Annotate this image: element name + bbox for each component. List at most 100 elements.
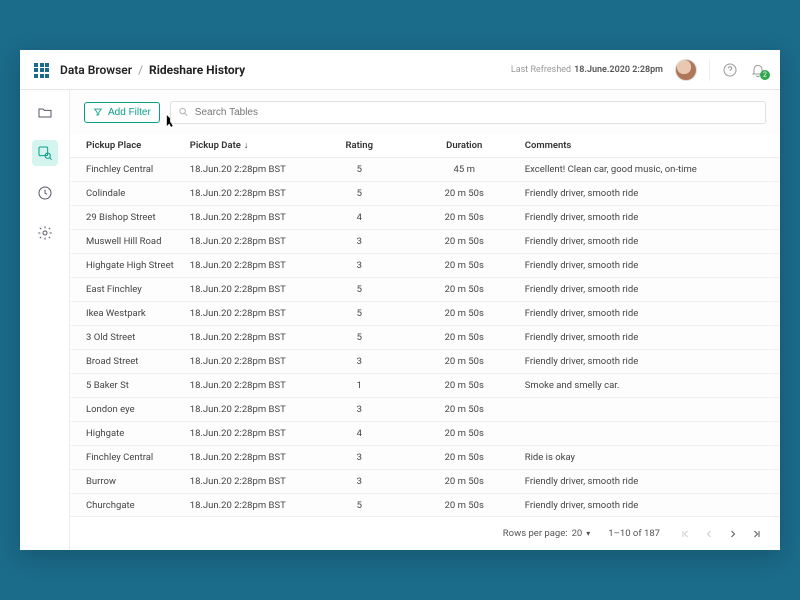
cell-rating: 3: [307, 398, 412, 422]
search-wrap: [170, 100, 766, 124]
cell-rating: 1: [307, 374, 412, 398]
add-filter-button[interactable]: Add Filter: [84, 102, 160, 123]
table-row[interactable]: 5 Baker St18.Jun.20 2:28pm BST120 m 50sS…: [70, 374, 780, 398]
next-page-button[interactable]: [726, 527, 740, 541]
rows-per-page-label: Rows per page:: [503, 528, 568, 539]
last-refreshed: Last Refreshed18.June.2020 2:28pm: [511, 65, 663, 75]
cell-place: 29 Bishop Street: [70, 206, 182, 230]
column-header-rating[interactable]: Rating: [307, 134, 412, 158]
gear-icon: [37, 225, 53, 241]
search-input[interactable]: [170, 101, 766, 124]
filter-icon: [93, 107, 103, 117]
cell-date: 18.Jun.20 2:28pm BST: [182, 446, 307, 470]
cell-duration: 20 m 50s: [412, 278, 517, 302]
cell-rating: 5: [307, 494, 412, 517]
cell-comments: Friendly driver, smooth ride: [517, 350, 780, 374]
cell-duration: 20 m 50s: [412, 374, 517, 398]
cell-comments: [517, 398, 780, 422]
column-header-place[interactable]: Pickup Place: [70, 134, 182, 158]
rows-per-page-value: 20: [572, 528, 583, 539]
cell-comments: Excellent! Clean car, good music, on-tim…: [517, 158, 780, 182]
rows-per-page[interactable]: Rows per page: 20 ▾: [503, 528, 591, 539]
page-range: 1–10 of 187: [608, 528, 660, 539]
cell-duration: 45 m: [412, 158, 517, 182]
table-row[interactable]: Broad Street18.Jun.20 2:28pm BST320 m 50…: [70, 350, 780, 374]
cell-duration: 20 m 50s: [412, 494, 517, 517]
cell-date: 18.Jun.20 2:28pm BST: [182, 398, 307, 422]
avatar[interactable]: [675, 59, 697, 81]
cell-place: Ikea Westpark: [70, 302, 182, 326]
column-header-comments[interactable]: Comments: [517, 134, 780, 158]
cell-place: Muswell Hill Road: [70, 230, 182, 254]
app-window: Data Browser / Rideshare History Last Re…: [20, 50, 780, 550]
toolbar: Add Filter: [70, 90, 780, 134]
sidebar-item-folder[interactable]: [32, 100, 58, 126]
cell-date: 18.Jun.20 2:28pm BST: [182, 254, 307, 278]
cell-duration: 20 m 50s: [412, 206, 517, 230]
apps-grid-icon[interactable]: [34, 63, 48, 77]
first-page-button[interactable]: [678, 527, 692, 541]
cell-date: 18.Jun.20 2:28pm BST: [182, 302, 307, 326]
cell-comments: Friendly driver, smooth ride: [517, 278, 780, 302]
breadcrumb: Data Browser / Rideshare History: [60, 63, 245, 77]
table-row[interactable]: Highgate High Street18.Jun.20 2:28pm BST…: [70, 254, 780, 278]
cell-date: 18.Jun.20 2:28pm BST: [182, 422, 307, 446]
cell-date: 18.Jun.20 2:28pm BST: [182, 230, 307, 254]
add-filter-label: Add Filter: [108, 107, 151, 118]
data-table: Pickup Place Pickup Date↓ Rating Duratio…: [70, 134, 780, 516]
cell-place: 3 Old Street: [70, 326, 182, 350]
cell-place: Churchgate: [70, 494, 182, 517]
cell-place: Highgate High Street: [70, 254, 182, 278]
cell-comments: [517, 422, 780, 446]
table-row[interactable]: Finchley Central18.Jun.20 2:28pm BST545 …: [70, 158, 780, 182]
table-row[interactable]: Ikea Westpark18.Jun.20 2:28pm BST520 m 5…: [70, 302, 780, 326]
cell-rating: 3: [307, 230, 412, 254]
table-row[interactable]: Finchley Central18.Jun.20 2:28pm BST320 …: [70, 446, 780, 470]
table-row[interactable]: 29 Bishop Street18.Jun.20 2:28pm BST420 …: [70, 206, 780, 230]
cell-duration: 20 m 50s: [412, 398, 517, 422]
cell-duration: 20 m 50s: [412, 350, 517, 374]
sidebar-item-history[interactable]: [32, 180, 58, 206]
table-row[interactable]: Highgate18.Jun.20 2:28pm BST420 m 50s: [70, 422, 780, 446]
cell-rating: 4: [307, 206, 412, 230]
cell-rating: 3: [307, 446, 412, 470]
last-page-button[interactable]: [750, 527, 764, 541]
help-icon[interactable]: [722, 62, 738, 78]
cell-date: 18.Jun.20 2:28pm BST: [182, 350, 307, 374]
table-row[interactable]: East Finchley18.Jun.20 2:28pm BST520 m 5…: [70, 278, 780, 302]
first-page-icon: [679, 528, 691, 540]
table-header-row: Pickup Place Pickup Date↓ Rating Duratio…: [70, 134, 780, 158]
body: Add Filter Pickup Place Pickup Date↓ Rat…: [20, 90, 780, 550]
table-row[interactable]: 3 Old Street18.Jun.20 2:28pm BST520 m 50…: [70, 326, 780, 350]
main: Add Filter Pickup Place Pickup Date↓ Rat…: [70, 90, 780, 550]
cell-duration: 20 m 50s: [412, 422, 517, 446]
prev-page-button[interactable]: [702, 527, 716, 541]
cell-date: 18.Jun.20 2:28pm BST: [182, 470, 307, 494]
cell-comments: Friendly driver, smooth ride: [517, 206, 780, 230]
chevron-right-icon: [727, 528, 739, 540]
table-row[interactable]: London eye18.Jun.20 2:28pm BST320 m 50s: [70, 398, 780, 422]
cell-comments: Ride is okay: [517, 446, 780, 470]
cell-duration: 20 m 50s: [412, 470, 517, 494]
table-row[interactable]: Colindale18.Jun.20 2:28pm BST520 m 50sFr…: [70, 182, 780, 206]
breadcrumb-root[interactable]: Data Browser: [60, 63, 132, 77]
cell-duration: 20 m 50s: [412, 230, 517, 254]
table-row[interactable]: Muswell Hill Road18.Jun.20 2:28pm BST320…: [70, 230, 780, 254]
topbar: Data Browser / Rideshare History Last Re…: [20, 50, 780, 90]
clock-icon: [37, 185, 53, 201]
notification-bell-icon[interactable]: 2: [750, 62, 766, 78]
column-header-date[interactable]: Pickup Date↓: [182, 134, 307, 158]
cell-rating: 5: [307, 302, 412, 326]
table-wrap: Pickup Place Pickup Date↓ Rating Duratio…: [70, 134, 780, 516]
database-search-icon: [37, 145, 53, 161]
sidebar-item-search-data[interactable]: [32, 140, 58, 166]
cell-rating: 3: [307, 350, 412, 374]
column-header-duration[interactable]: Duration: [412, 134, 517, 158]
cell-comments: Friendly driver, smooth ride: [517, 302, 780, 326]
cell-date: 18.Jun.20 2:28pm BST: [182, 158, 307, 182]
table-row[interactable]: Burrow18.Jun.20 2:28pm BST320 m 50sFrien…: [70, 470, 780, 494]
sidebar-item-settings[interactable]: [32, 220, 58, 246]
pagination: Rows per page: 20 ▾ 1–10 of 187: [70, 516, 780, 550]
table-row[interactable]: Churchgate18.Jun.20 2:28pm BST520 m 50sF…: [70, 494, 780, 517]
cell-rating: 3: [307, 470, 412, 494]
